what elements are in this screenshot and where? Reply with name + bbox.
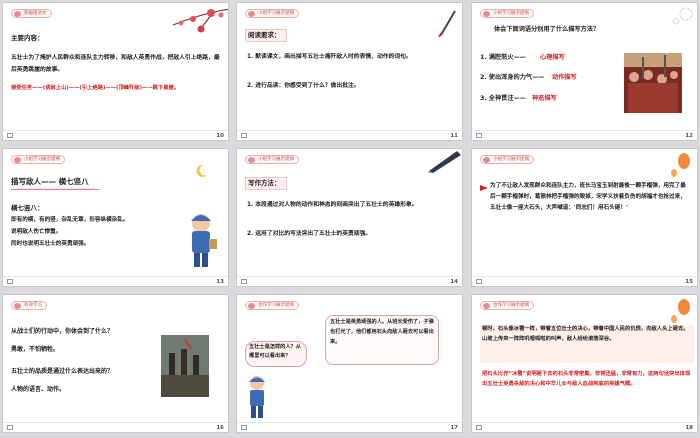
slide-number: 14 xyxy=(450,279,458,285)
slide-icon xyxy=(7,279,13,284)
reading-item-1: 1. 默读课文，画出描写五壮士痛歼敌人时的表情、动作的词句。 xyxy=(247,54,412,60)
slide-header-tag: 有效学习 xyxy=(11,301,47,310)
slide-number: 12 xyxy=(685,133,693,139)
slide-footer: 17 xyxy=(237,422,462,432)
slide-number: 15 xyxy=(685,279,693,285)
slide-title: 写作方法： xyxy=(248,179,281,187)
slide-thumbnail-18[interactable]: 合作学习展示提纲 顿时，石头像冰雹一样，带着五位壮士的决心，带着中国人民的仇恨，… xyxy=(471,294,698,433)
cartoon-soldier-icon xyxy=(249,376,265,418)
slide-thumbnail-11[interactable]: 小组学习展示提纲 阅读要求： 1. 默读课文，画出描写五壮士痛歼敌人时的表情、动… xyxy=(236,2,463,141)
calligraphy-brush-icon xyxy=(438,10,456,37)
slide-footer: 18 xyxy=(472,422,697,432)
slide-icon xyxy=(7,425,13,430)
slide-icon xyxy=(241,425,247,430)
slide-thumbnail-10[interactable]: 部编版语文 主要内容： 五壮士为了掩护人民群众和连队主力转移，和敌人英勇作战，把… xyxy=(2,2,229,141)
pen-icon xyxy=(428,151,461,173)
slide-icon xyxy=(7,133,13,138)
moon-icon xyxy=(196,164,207,177)
slide-footer: 12 xyxy=(472,130,697,140)
slide-body: 五壮士为了掩护人民群众和连队主力转移，和敌人英勇作战，把敌人引上绝路，最后英勇跳… xyxy=(11,55,220,73)
lantern-icon xyxy=(671,299,690,323)
row-1-word: 1. 满腔怒火—— xyxy=(480,54,526,61)
row-2-word: 2. 使出浑身的力气—— xyxy=(480,74,545,81)
slide-number: 13 xyxy=(216,279,224,285)
battle-painting-image xyxy=(161,335,209,397)
dandelion-icon xyxy=(672,7,693,25)
slide-thumbnail-13[interactable]: 小组学习展示提纲 描写敌人—— 横七竖八 横七竖八： 即有的横，有的竖，杂乱无章… xyxy=(2,148,229,287)
slide-footer: 11 xyxy=(237,130,462,140)
bullet-flag-icon xyxy=(480,185,488,193)
quoted-paragraph: 顿时，石头像冰雹一样，带着五位壮士的决心，带着中国人民的仇恨，向敌人头上砸去。山… xyxy=(482,326,689,342)
slide-body: 为了不让敌人发现群众和连队主力，班长马宝玉到射最後一颗手榴弹，用完了最后一颗手榴… xyxy=(490,183,686,211)
slide-header-tag: 小组学习展示提纲 xyxy=(480,155,534,164)
slide-header-tag: 小组学习展示提纲 xyxy=(11,155,65,164)
explanation-line-3: 同时也说明五壮士的英勇顽强。 xyxy=(11,241,90,247)
soldiers-photo-image xyxy=(624,53,682,113)
slide-thumbnail-16[interactable]: 有效学习 从战士们的行动中，你体会到了什么？ 勇敢，不怕牺牲。 五壮士的品质是通… xyxy=(2,294,229,433)
analysis-paragraph: 把石头比作“冰雹”说明砸下去的石头非常密集，非常迅猛，非常有力。这两句话突出体现… xyxy=(482,371,691,387)
slide-thumbnail-12[interactable]: 小组学习展示提纲 体会下面词语分别用了什么描写方法？ 1. 满腔怒火—— 心理描… xyxy=(471,2,698,141)
slide-header-tag: 小组学习展示提纲 xyxy=(245,155,299,164)
slide-header-tag: 合作学习展示提纲 xyxy=(245,301,299,310)
slide-icon xyxy=(476,133,482,138)
question-2: 五壮士的品质是通过什么表达出来的？ xyxy=(11,368,114,375)
slide-title: 体会下面词语分别用了什么描写方法？ xyxy=(494,26,600,33)
lantern-icon xyxy=(671,153,690,177)
slide-sorter-grid: 部编版语文 主要内容： 五壮士为了掩护人民群众和连队主力转移，和敌人英勇作战，把… xyxy=(0,0,700,438)
cartoon-soldier-icon xyxy=(191,214,217,267)
slide-header-tag: 合作学习展示提纲 xyxy=(480,301,534,310)
reading-item-2: 2. 进行品读：你感受到了什么？做出批注。 xyxy=(247,83,360,89)
slide-header-tag: 小组学习展示提纲 xyxy=(480,9,534,18)
slide-header-tag: 小组学习展示提纲 xyxy=(245,9,299,18)
slide-number: 16 xyxy=(216,425,224,431)
slide-thumbnail-15[interactable]: 小组学习展示提纲 为了不让敌人发现群众和连队主力，班长马宝玉到射最後一颗手榴弹，… xyxy=(471,148,698,287)
plum-blossom-icon xyxy=(172,8,228,33)
plot-sequence: 接受任务——(诱敌上山)——(引上绝路)——(顶峰歼敌)——跳下悬崖。 xyxy=(11,85,180,91)
explanation-line-2: 说明敌人伤亡惨重。 xyxy=(11,229,62,235)
slide-title: 描写敌人—— 横七竖八 xyxy=(11,177,89,186)
slide-title: 主要内容： xyxy=(11,34,44,42)
method-item-2: 2. 运用了对比的写法突出了五壮士的英勇顽强。 xyxy=(247,231,372,237)
row-3-method: 神态描写 xyxy=(532,95,557,102)
title-underline xyxy=(11,189,99,190)
row-2-method: 动作描写 xyxy=(552,74,577,81)
slide-icon xyxy=(476,425,482,430)
slide-footer: 15 xyxy=(472,276,697,286)
slide-thumbnail-17[interactable]: 合作学习展示提纲 五壮士是怎样的人？从哪里可以看出来？ 五壮士是英勇顽强的人。从… xyxy=(236,294,463,433)
answer-1: 勇敢，不怕牺牲。 xyxy=(11,346,60,353)
slide-subtitle: 横七竖八： xyxy=(11,204,44,212)
slide-number: 17 xyxy=(450,425,458,431)
answer-2: 人物的语言、动作。 xyxy=(11,386,66,393)
row-1-method: 心理描写 xyxy=(540,54,565,61)
slide-thumbnail-14[interactable]: 小组学习展示提纲 写作方法： 1. 本段通过对人物的动作和神态的刻画突出了五壮士… xyxy=(236,148,463,287)
bubble-question-text: 五壮士是怎样的人？从哪里可以看出来？ xyxy=(249,344,301,359)
slide-number: 10 xyxy=(216,133,224,139)
slide-header-tag: 部编版语文 xyxy=(11,9,52,18)
bubble-answer-text: 五壮士是英勇顽强的人。从班长受伤了，子弹也打光了，他们都用石头向敌人砸去可以看出… xyxy=(330,319,434,345)
slide-number: 18 xyxy=(685,425,693,431)
slide-icon xyxy=(241,133,247,138)
slide-footer: 13 xyxy=(3,276,228,286)
slide-footer: 16 xyxy=(3,422,228,432)
method-item-1: 1. 本段通过对人物的动作和神态的刻画突出了五壮士的英雄形象。 xyxy=(247,202,418,208)
question-1: 从战士们的行动中，你体会到了什么？ xyxy=(11,328,114,335)
slide-footer: 14 xyxy=(237,276,462,286)
slide-footer: 10 xyxy=(3,130,228,140)
slide-number: 11 xyxy=(450,133,458,139)
slide-icon xyxy=(476,279,482,284)
row-3-word: 3. 全神贯注—— xyxy=(480,95,526,102)
slide-title: 阅读要求： xyxy=(248,31,281,39)
explanation-line-1: 即有的横，有的竖，杂乱无章，形容纵横杂乱。 xyxy=(11,217,129,223)
slide-icon xyxy=(241,279,247,284)
